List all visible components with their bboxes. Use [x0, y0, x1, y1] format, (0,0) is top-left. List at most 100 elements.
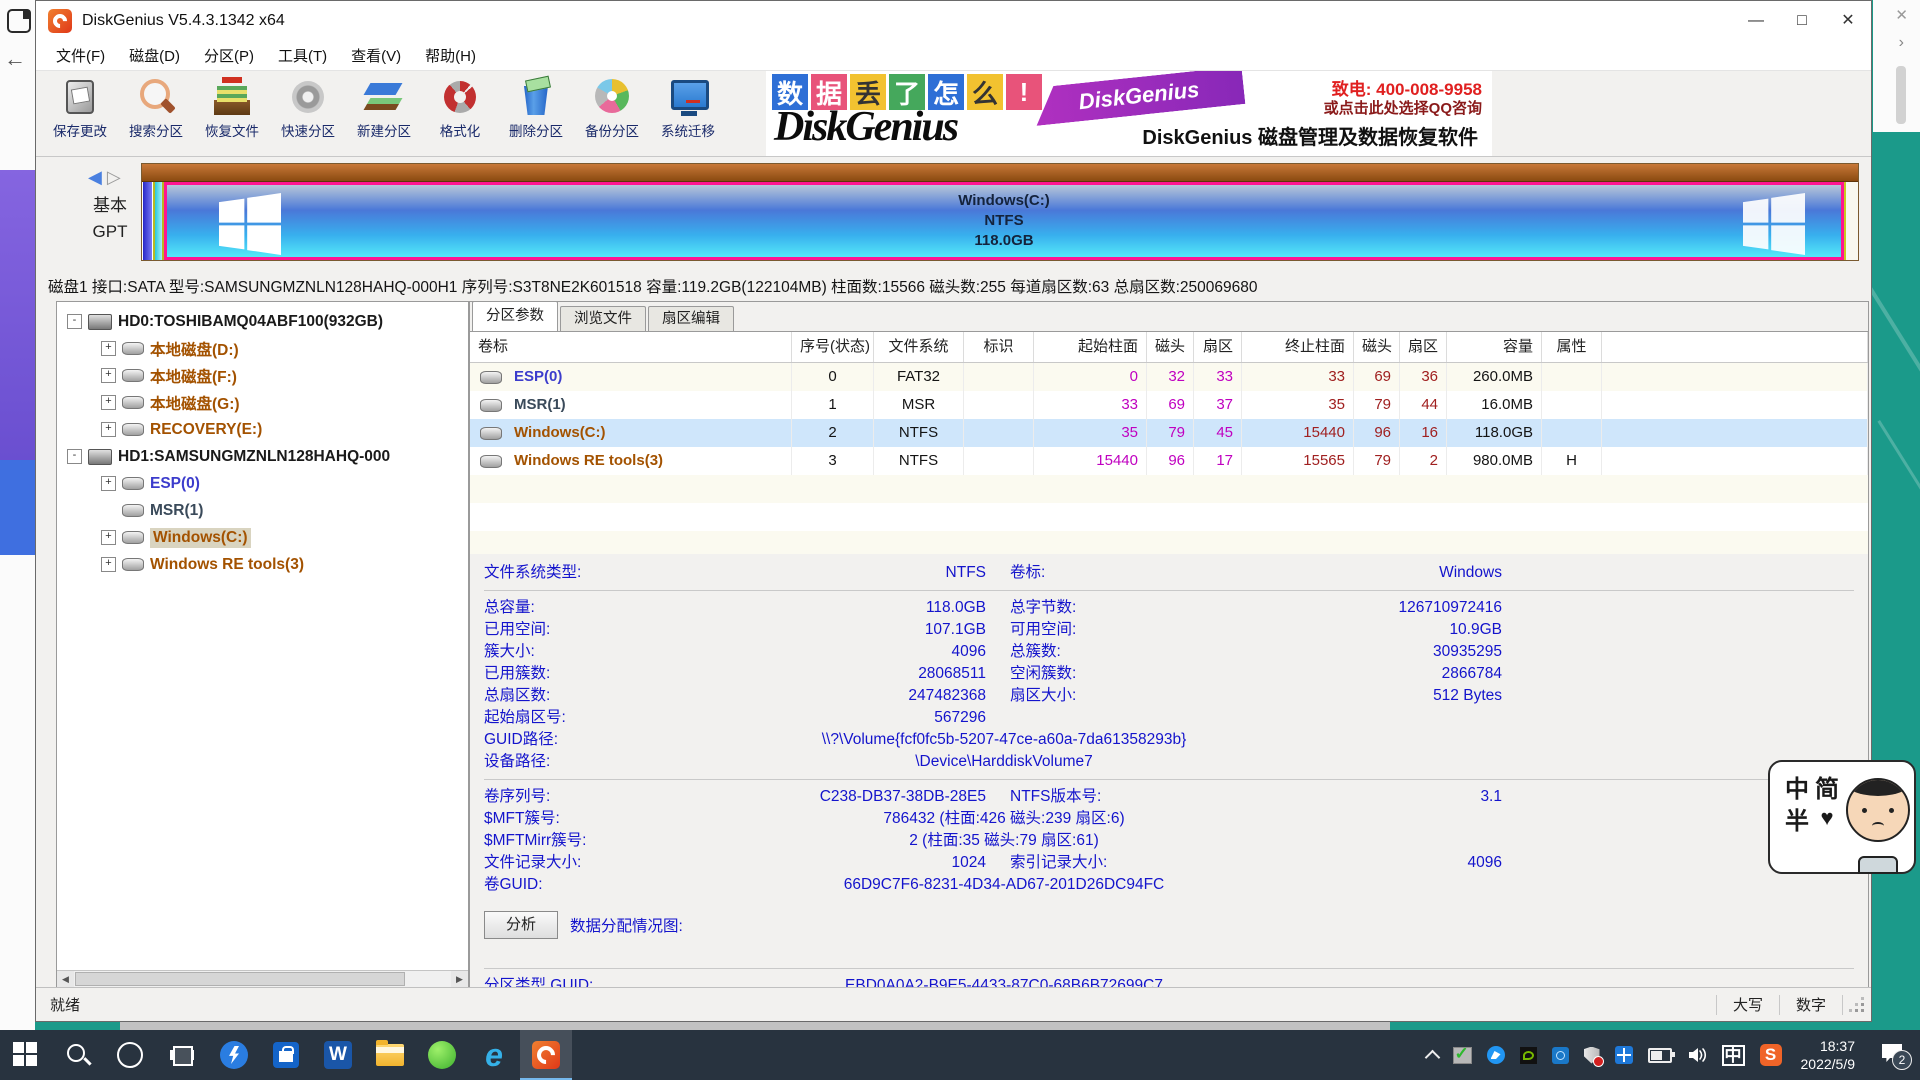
taskbar-clock[interactable]: 18:37 2022/5/9	[1801, 1037, 1856, 1073]
nvidia-icon[interactable]	[1520, 1047, 1537, 1064]
nav-next-disk-icon[interactable]: ▷	[107, 167, 121, 187]
ime-status-panel[interactable]: 中 简 半 ♥	[1768, 760, 1916, 874]
expander-icon[interactable]: -	[67, 314, 82, 329]
expander-icon[interactable]: +	[101, 341, 116, 356]
column-header[interactable]: 终止柱面	[1242, 332, 1354, 362]
taskbar-search-button[interactable]	[52, 1030, 104, 1080]
tree-item-recovery-e-[interactable]: +RECOVERY(E:)	[61, 416, 468, 443]
re-tools-partition-block[interactable]	[1844, 182, 1858, 260]
ad-qq-link[interactable]: 或点击此处选择QQ咨询	[1324, 97, 1482, 118]
table-row-msr-1-[interactable]: MSR(1)1MSR33693735794416.0MB	[470, 391, 1868, 419]
background-scrollbar[interactable]	[1896, 66, 1906, 124]
column-header[interactable]: 磁头	[1147, 332, 1194, 362]
tree-item-hd1-samsungmznln128hahq-000[interactable]: -HD1:SAMSUNGMZNLN128HAHQ-000	[61, 443, 468, 470]
cortana-button[interactable]	[104, 1030, 156, 1080]
column-header[interactable]: 属性	[1542, 332, 1602, 362]
ad-banner[interactable]: 数据丢了怎么! DiskGenius DiskGenius 致电: 400-00…	[766, 71, 1492, 156]
sogou-tray-icon[interactable]: S	[1760, 1044, 1782, 1066]
ime-mode-simplified[interactable]: 简	[1812, 770, 1842, 802]
scrollbar-thumb[interactable]	[75, 972, 405, 986]
thunder-icon[interactable]	[208, 1030, 260, 1080]
expander-icon[interactable]: +	[101, 476, 116, 491]
column-header[interactable]: 文件系统	[874, 332, 964, 362]
chevron-right-icon[interactable]: ›	[1899, 34, 1904, 52]
windows-partition-block[interactable]: Windows(C:) NTFS 118.0GB	[164, 182, 1844, 260]
battery-icon[interactable]	[1648, 1048, 1672, 1063]
scroll-right-icon[interactable]: ▶	[451, 971, 468, 987]
toolbar-button-format[interactable]: 格式化	[422, 75, 498, 140]
tree-item-esp-0-[interactable]: +ESP(0)	[61, 470, 468, 497]
maximize-button[interactable]: □	[1779, 1, 1825, 41]
table-row-windows-re-tools-3-[interactable]: Windows RE tools(3)3NTFS1544096171556579…	[470, 447, 1868, 475]
tree-item-windows-c-[interactable]: +Windows(C:)	[61, 524, 468, 551]
back-arrow-icon[interactable]: ←	[4, 46, 26, 72]
tree-item--f-[interactable]: +本地磁盘(F:)	[61, 362, 468, 389]
toolbar-button-quick[interactable]: 快速分区	[270, 75, 346, 140]
ime-mode-halfwidth[interactable]: 半	[1782, 802, 1812, 834]
window-switch-icon[interactable]	[7, 9, 31, 33]
toolbar-button-search[interactable]: 搜索分区	[118, 75, 194, 140]
expander-icon[interactable]: +	[101, 422, 116, 437]
edge-icon[interactable]: e	[468, 1030, 520, 1080]
msr-partition-block[interactable]	[153, 182, 164, 260]
snowflake-tool-icon[interactable]	[1615, 1046, 1633, 1064]
column-header[interactable]: 扇区	[1400, 332, 1447, 362]
menu-item-4[interactable]: 查看(V)	[339, 45, 413, 66]
file-explorer-icon[interactable]	[364, 1030, 416, 1080]
tree-item--d-[interactable]: +本地磁盘(D:)	[61, 335, 468, 362]
word-icon[interactable]: W	[312, 1030, 364, 1080]
background-close-icon[interactable]: ✕	[1895, 6, 1908, 24]
column-header[interactable]: 标识	[964, 332, 1034, 362]
column-header[interactable]: 磁头	[1354, 332, 1400, 362]
expander-icon[interactable]: +	[101, 530, 116, 545]
action-center-button[interactable]: 2	[1880, 1042, 1910, 1068]
tree-item-hd0-toshibamq04abf100-932gb-[interactable]: -HD0:TOSHIBAMQ04ABF100(932GB)	[61, 308, 468, 335]
close-button[interactable]: ✕	[1825, 1, 1871, 41]
toolbar-button-new[interactable]: 新建分区	[346, 75, 422, 140]
browser-360-icon[interactable]	[416, 1030, 468, 1080]
column-header[interactable]: 卷标	[470, 332, 792, 362]
tree-item-msr-1-[interactable]: +MSR(1)	[61, 497, 468, 524]
tree-item-windows-re-tools-3-[interactable]: +Windows RE tools(3)	[61, 551, 468, 578]
tree-horizontal-scrollbar[interactable]: ◀ ▶	[57, 970, 468, 988]
expander-icon[interactable]: +	[101, 395, 116, 410]
store-icon[interactable]	[260, 1030, 312, 1080]
toolbar-button-delete[interactable]: 删除分区	[498, 75, 574, 140]
tim-icon[interactable]	[1487, 1046, 1505, 1064]
update-ok-icon[interactable]	[1453, 1047, 1472, 1064]
column-header[interactable]: 序号(状态)	[792, 332, 874, 362]
tab-2[interactable]: 扇区编辑	[648, 306, 734, 331]
column-header[interactable]: 扇区	[1194, 332, 1242, 362]
menu-item-1[interactable]: 磁盘(D)	[117, 45, 192, 66]
nav-prev-disk-icon[interactable]: ◀	[88, 167, 102, 187]
diskgenius-taskbar-icon[interactable]	[520, 1030, 572, 1080]
intel-graphics-icon[interactable]	[1552, 1047, 1569, 1064]
menu-item-0[interactable]: 文件(F)	[44, 45, 117, 66]
heart-icon[interactable]: ♥	[1812, 802, 1842, 834]
table-row-esp-0-[interactable]: ESP(0)0FAT3203233336936260.0MB	[470, 363, 1868, 391]
volume-icon[interactable]	[1687, 1046, 1707, 1064]
task-view-button[interactable]	[156, 1030, 208, 1080]
esp-partition-block[interactable]	[143, 182, 152, 260]
ime-mode-chinese[interactable]: 中	[1782, 770, 1812, 802]
scroll-left-icon[interactable]: ◀	[57, 971, 74, 987]
analyze-button[interactable]: 分析	[484, 911, 558, 939]
expander-icon[interactable]: +	[101, 368, 116, 383]
tray-expand-icon[interactable]	[1424, 1049, 1440, 1065]
tab-0[interactable]: 分区参数	[472, 301, 558, 331]
toolbar-button-save[interactable]: 保存更改	[42, 75, 118, 140]
column-header[interactable]: 容量	[1447, 332, 1542, 362]
start-button[interactable]	[0, 1030, 52, 1080]
menu-item-2[interactable]: 分区(P)	[192, 45, 266, 66]
expander-icon[interactable]: +	[101, 557, 116, 572]
tree-item--g-[interactable]: +本地磁盘(G:)	[61, 389, 468, 416]
expander-icon[interactable]: -	[67, 449, 82, 464]
menu-item-3[interactable]: 工具(T)	[266, 45, 339, 66]
defender-alert-icon[interactable]	[1584, 1047, 1600, 1064]
menu-item-5[interactable]: 帮助(H)	[413, 45, 488, 66]
table-row-windows-c-[interactable]: Windows(C:)2NTFS357945154409616118.0GB	[470, 419, 1868, 447]
toolbar-button-backup[interactable]: 备份分区	[574, 75, 650, 140]
minimize-button[interactable]: —	[1733, 1, 1779, 41]
resize-grip[interactable]	[1847, 995, 1867, 1015]
toolbar-button-recover[interactable]: 恢复文件	[194, 75, 270, 140]
